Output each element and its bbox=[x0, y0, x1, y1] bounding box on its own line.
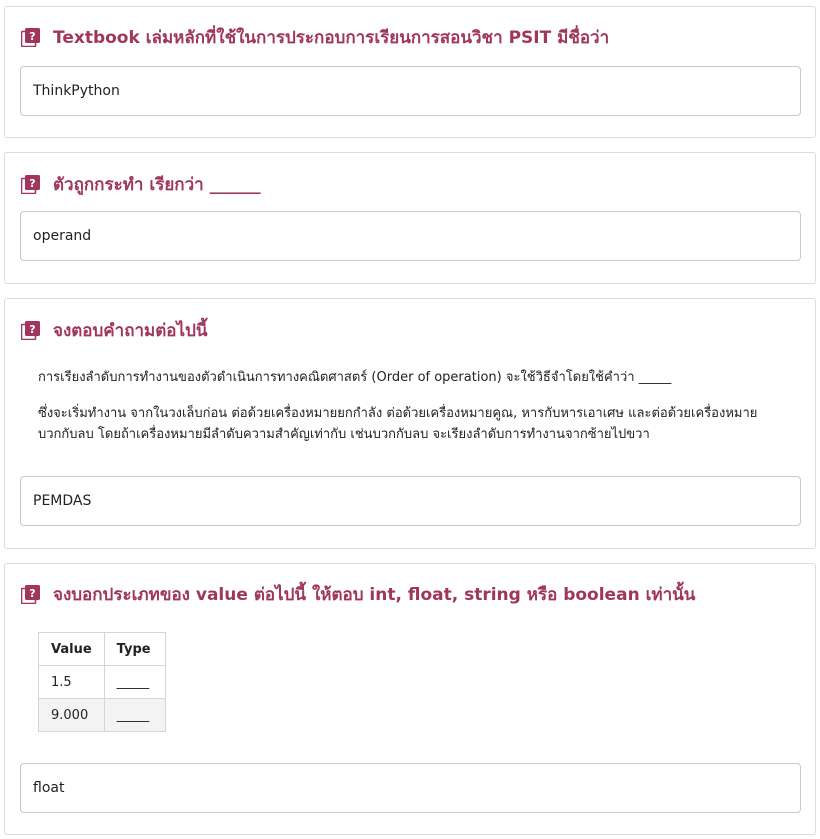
question-book-icon: ? bbox=[21, 175, 40, 194]
question-title-text: Textbook เล่มหลักที่ใช้ในการประกอบการเรี… bbox=[53, 28, 610, 48]
value-type-table: Value Type 1.5 _____ 9.000 _____ bbox=[38, 632, 166, 732]
table-cell-value: 1.5 bbox=[38, 665, 105, 699]
table-cell-value: 9.000 bbox=[38, 698, 105, 732]
question-title-1: ? Textbook เล่มหลักที่ใช้ในการประกอบการเ… bbox=[21, 24, 609, 51]
question-title-2: ? ตัวถูกกระทำ เรียกว่า ______ bbox=[21, 171, 261, 198]
table-cell-type: _____ bbox=[103, 698, 166, 732]
answer-input-4[interactable] bbox=[20, 763, 801, 813]
answer-input-1[interactable] bbox=[20, 66, 801, 116]
answer-input-2[interactable] bbox=[20, 211, 801, 261]
answer-input-3[interactable] bbox=[20, 476, 801, 526]
table-cell-type: _____ bbox=[103, 665, 166, 699]
question-card-3: ? จงตอบคำถามต่อไปนี้ การเรียงลำดับการทำง… bbox=[4, 298, 816, 549]
svg-text:?: ? bbox=[29, 30, 35, 43]
question-card-4: ? จงบอกประเภทของ value ต่อไปนี้ ให้ตอบ i… bbox=[4, 563, 816, 835]
table-row: 1.5 _____ bbox=[38, 665, 166, 699]
question-book-icon: ? bbox=[21, 585, 40, 604]
table-header-value: Value bbox=[38, 632, 105, 666]
question-body: การเรียงลำดับการทำงานของตัวดำเนินการทางค… bbox=[38, 367, 778, 445]
table-header-row: Value Type bbox=[38, 632, 166, 666]
question-card-2: ? ตัวถูกกระทำ เรียกว่า ______ bbox=[4, 152, 816, 284]
question-text-paragraph: ซึ่งจะเริ่มทำงาน จากในวงเล็บก่อน ต่อด้วย… bbox=[38, 406, 758, 442]
question-text-line: การเรียงลำดับการทำงานของตัวดำเนินการทางค… bbox=[38, 370, 672, 385]
svg-text:?: ? bbox=[29, 587, 35, 600]
table-row: 9.000 _____ bbox=[38, 698, 166, 732]
question-title-text: ตัวถูกกระทำ เรียกว่า ______ bbox=[53, 175, 261, 195]
question-card-1: ? Textbook เล่มหลักที่ใช้ในการประกอบการเ… bbox=[4, 6, 816, 138]
question-title-text: จงบอกประเภทของ value ต่อไปนี้ ให้ตอบ int… bbox=[53, 585, 696, 605]
question-title-4: ? จงบอกประเภทของ value ต่อไปนี้ ให้ตอบ i… bbox=[21, 581, 695, 608]
question-book-icon: ? bbox=[21, 28, 40, 47]
question-title-text: จงตอบคำถามต่อไปนี้ bbox=[53, 321, 208, 341]
svg-text:?: ? bbox=[29, 323, 35, 336]
question-book-icon: ? bbox=[21, 321, 40, 340]
question-title-3: ? จงตอบคำถามต่อไปนี้ bbox=[21, 317, 207, 344]
svg-text:?: ? bbox=[29, 177, 35, 190]
table-header-type: Type bbox=[103, 632, 166, 666]
